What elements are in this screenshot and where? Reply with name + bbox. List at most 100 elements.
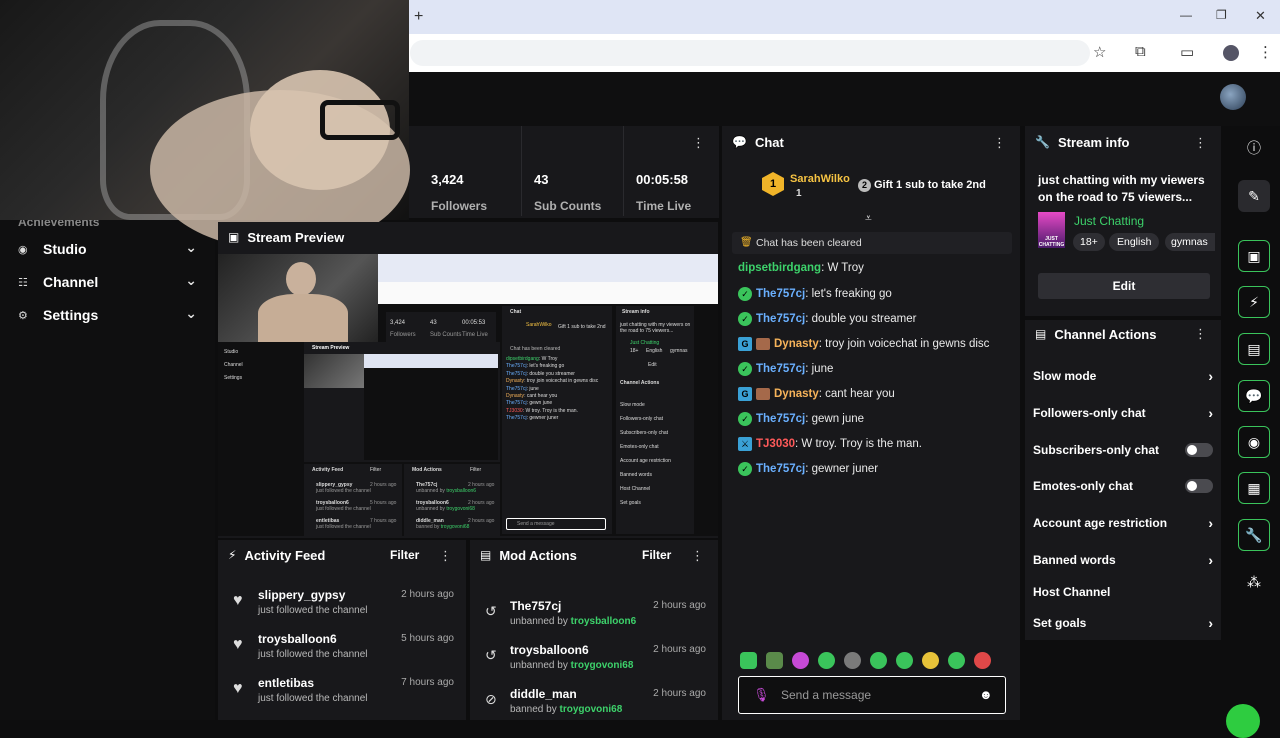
banned-words-item[interactable]: Banned words › <box>1033 550 1213 570</box>
followers-only-item[interactable]: Followers-only chat › <box>1033 403 1213 423</box>
chat-message: ✓ The757cj: june <box>738 362 833 376</box>
address-bar[interactable] <box>410 40 1090 66</box>
sidebar: Achievements ◉ Studio ⌄ ☷ Channel ⌄ ⚙ Setting… <box>0 215 215 720</box>
bookmark-star-icon[interactable]: ☆ <box>1093 43 1106 61</box>
chevron-right-icon: › <box>1208 405 1213 421</box>
stream-preview-video[interactable]: 3,424 Followers 43 Sub Counts 00:05:53 T… <box>218 254 718 536</box>
undo-icon: ↺ <box>485 647 497 663</box>
gift-promo-text: Gift 1 sub to take 2nd <box>874 179 986 191</box>
activity-menu-icon[interactable]: ⋮ <box>439 548 452 564</box>
shield-icon: ▤ <box>1035 327 1047 341</box>
sidebar-item-channel[interactable]: ☷ Channel ⌄ <box>0 267 215 297</box>
verified-badge-icon: ✓ <box>738 287 752 301</box>
og-badge-icon: G <box>738 387 752 401</box>
chat-message: G Dynasty: troy join voicechat in gewns d… <box>738 337 989 351</box>
host-channel-item[interactable]: Host Channel <box>1033 582 1213 602</box>
chat-bubble-icon[interactable]: 💬 <box>1238 380 1270 412</box>
edit-stream-info-button[interactable]: Edit <box>1038 273 1210 299</box>
chat-header: 💬 Chat <box>732 134 784 150</box>
help-fab-button[interactable] <box>1226 704 1260 738</box>
emote-icon[interactable] <box>844 652 861 669</box>
emote-icon[interactable] <box>792 652 809 669</box>
emote-icon[interactable] <box>896 652 913 669</box>
emote-icon[interactable] <box>922 652 939 669</box>
chat-input[interactable]: 🎙 Send a message ☻ <box>738 676 1006 714</box>
chat-message: ✓ The757cj: let's freaking go <box>738 287 892 301</box>
subscribers-only-toggle[interactable] <box>1185 443 1213 457</box>
new-tab-button[interactable]: + <box>414 8 423 26</box>
extensions-icon[interactable]: ⧉ <box>1135 43 1146 60</box>
mod-menu-icon[interactable]: ⋮ <box>691 548 704 564</box>
mod-filter-button[interactable]: Filter <box>642 548 671 562</box>
emoji-picker-icon[interactable]: ☻ <box>979 687 993 702</box>
pencil-icon[interactable]: ✎ <box>1238 180 1270 212</box>
tag-pill[interactable]: 18+ <box>1073 233 1105 251</box>
activity-feed-panel: ⚡ Activity Feed Filter ⋮ ♥ slippery_gypsy j… <box>218 540 466 720</box>
emote-icon[interactable] <box>948 652 965 669</box>
preview-mini-info: Stream info just chatting with my viewer… <box>616 306 694 534</box>
verified-badge-icon: ✓ <box>738 462 752 476</box>
cast-icon[interactable]: ▭ <box>1180 43 1194 61</box>
emote-icon[interactable] <box>870 652 887 669</box>
emote-icon[interactable] <box>818 652 835 669</box>
mod-action-item: ↺ troysballoon6 unbanned by troygovoni68 2 … <box>485 643 706 671</box>
slow-mode-item[interactable]: Slow mode › <box>1033 366 1213 386</box>
chat-message: dipsetbirdgang: W Troy <box>738 262 864 274</box>
user-avatar[interactable] <box>1220 84 1246 110</box>
emote-bar <box>740 652 1005 670</box>
layout-icon[interactable]: ▦ <box>1238 472 1270 504</box>
chevron-right-icon: › <box>1208 615 1213 631</box>
bolt-icon[interactable]: ⚡ <box>1238 286 1270 318</box>
channel-actions-menu-icon[interactable]: ⋮ <box>1194 326 1207 342</box>
activity-filter-button[interactable]: Filter <box>390 548 419 562</box>
gift-leader-name[interactable]: SarahWilko <box>790 173 850 185</box>
broadcast-icon[interactable]: ◉ <box>1238 426 1270 458</box>
activity-feed-header: ⚡ Activity Feed <box>228 547 326 563</box>
close-window-button[interactable]: ✕ <box>1255 8 1266 24</box>
browser-menu-icon[interactable]: ⋮ <box>1258 43 1273 61</box>
stream-preview-header: ▣ Stream Preview <box>228 229 345 245</box>
shield-icon: ▤ <box>480 548 492 562</box>
account-age-item[interactable]: Account age restriction › <box>1033 513 1213 533</box>
stream-info-panel: 🔧 Stream info ⋮ just chatting with my vie… <box>1025 126 1221 316</box>
chat-icon: 💬 <box>732 135 747 149</box>
emote-icon[interactable] <box>766 652 783 669</box>
info-icon[interactable]: ⓘ <box>1238 132 1270 164</box>
sidebar-item-studio[interactable]: ◉ Studio ⌄ <box>0 234 215 264</box>
chat-menu-icon[interactable]: ⋮ <box>993 135 1006 151</box>
gift-rank-2-badge: 2 <box>858 179 871 192</box>
emote-icon[interactable] <box>740 652 757 669</box>
stats-panel: ⋮ 3,424 Followers 43 Sub Counts 00:05:58 Ti… <box>409 126 719 218</box>
gift-leader-count: 1 <box>796 188 802 199</box>
document-icon[interactable]: ▤ <box>1238 333 1270 365</box>
tag-pill[interactable]: gymnas <box>1165 233 1215 251</box>
chevron-down-icon: ⌄ <box>185 239 197 255</box>
set-goals-item[interactable]: Set goals › <box>1033 613 1213 633</box>
collapse-leaderboard-icon[interactable]: ⩡ <box>865 211 872 226</box>
verified-badge-icon: ✓ <box>738 312 752 326</box>
minimize-button[interactable]: — <box>1180 8 1192 22</box>
emote-icon[interactable] <box>974 652 991 669</box>
activity-item: ♥ entletibas just followed the channel 7 ho… <box>233 676 454 704</box>
stream-info-menu-icon[interactable]: ⋮ <box>1194 135 1207 151</box>
emotes-only-toggle[interactable] <box>1185 479 1213 493</box>
category-link[interactable]: Just Chatting <box>1074 214 1144 228</box>
trash-icon: 🗑 <box>740 237 753 248</box>
microphone-icon[interactable]: 🎙 <box>753 687 770 703</box>
chevron-down-icon: ⌄ <box>185 305 197 321</box>
tag-pill[interactable]: English <box>1109 233 1160 251</box>
preview-toggle-icon[interactable]: ▣ <box>1238 240 1270 272</box>
connections-icon[interactable]: ⁂ <box>1238 566 1270 598</box>
stat-subs: 43 Sub Counts <box>521 126 621 216</box>
leaderboard-rank-badge: 1 <box>762 172 784 196</box>
maximize-button[interactable]: ❐ <box>1216 8 1227 22</box>
category-thumbnail[interactable]: JUST CHATTING <box>1038 212 1065 248</box>
wrench-icon[interactable]: 🔧 <box>1238 519 1270 551</box>
mod-action-item: ⊘ diddle_man banned by troygovoni68 2 hours… <box>485 687 706 715</box>
chat-message: ✓ The757cj: gewn june <box>738 412 864 426</box>
mod-actions-panel: ▤ Mod Actions Filter ⋮ ↺ The757cj unbanned … <box>470 540 718 720</box>
activity-item: ♥ troysballoon6 just followed the channel 5… <box>233 632 454 660</box>
mod-actions-header: ▤ Mod Actions <box>480 547 577 563</box>
profile-avatar[interactable] <box>1223 45 1239 61</box>
sidebar-item-settings[interactable]: ⚙ Settings ⌄ <box>0 300 215 330</box>
